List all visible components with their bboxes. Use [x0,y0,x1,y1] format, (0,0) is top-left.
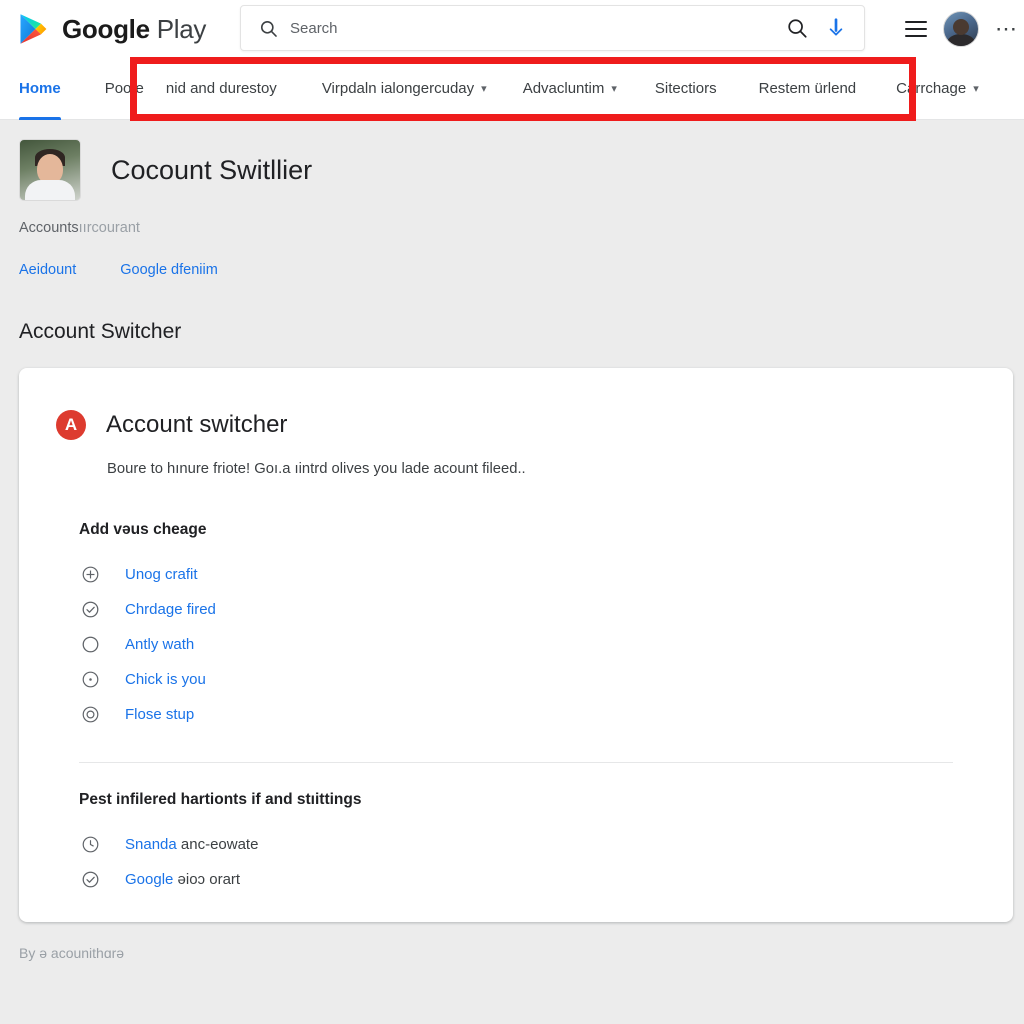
group-label: Add vəus cheage [79,521,207,538]
list-item[interactable]: Snanda anc-eowate [79,827,1013,862]
list-item-label: Google əioɔ orart [125,871,240,888]
avatar[interactable] [943,11,979,47]
account-badge-icon: A [56,410,86,440]
list-item[interactable]: Google əioɔ orart [79,862,1013,897]
list-item-label: Chick is you [125,671,206,688]
empty-circle-icon [79,634,101,656]
main-nav: Home Poote nid and durestoy Virpdaln ial… [0,58,1024,120]
more-options-dots-icon[interactable]: ⋯ [995,18,1020,40]
nav-item-label: Restem ürlend [758,80,857,97]
search-actions [786,17,846,39]
card-group-add: Add vəus cheage Unog crafit Chrdage fire… [19,521,1013,732]
search-submit-icon[interactable] [786,17,808,39]
list-item[interactable]: Chick is you [79,662,1013,697]
list-item-label-secondary: anc-eowate [176,836,259,853]
list-item-label: Flose stup [125,706,195,723]
nav-item-label: nid and durestoy [165,80,277,97]
card-title: Account switcher [106,411,288,438]
target-circle-icon [79,704,101,726]
search-bar[interactable] [240,5,865,51]
chevron-down-icon: ▾ [973,83,979,95]
list-item[interactable]: Antly wath [79,627,1013,662]
profile-link-google[interactable]: Google dfeniim [120,262,218,278]
profile-meta-prefix: Accounts [19,220,79,236]
section-heading: Account Switcher [19,320,182,343]
card-header: A Account switcher [19,368,1013,440]
nav-item-nid-and-durestoy[interactable]: nid and durestoy [166,58,277,120]
nav-item-virpdaln[interactable]: Virpdaln ialongercuday ▾ [322,58,487,120]
check-circle-icon [79,869,101,891]
clock-circle-icon [79,834,101,856]
download-arrow-icon[interactable] [826,17,846,39]
chevron-down-icon: ▾ [481,83,487,95]
search-icon [259,19,278,38]
list-item[interactable]: Chrdage fired [79,592,1013,627]
brand-google-text: Google [62,13,150,44]
list-item-label-main: Snanda [125,836,177,853]
list-item[interactable]: Flose stup [79,697,1013,732]
list-item[interactable]: Unog crafit [79,557,1013,592]
search-input[interactable] [290,19,786,37]
nav-item-label: Advacluntim [522,80,605,97]
card-group-settings: Pest infilered hartionts if and stıittin… [19,791,1013,897]
account-switcher-card: A Account switcher Boure to hınure friot… [19,368,1013,922]
nav-item-label: Virpdaln ialongercuday [321,80,475,97]
page-title: Cocount Switllier [111,154,313,185]
card-divider [79,762,953,763]
profile-meta: Accountsıırcourant [19,220,140,236]
list-item-label: Snanda anc-eowate [125,836,258,853]
dot-circle-icon [79,669,101,691]
check-circle-icon [79,599,101,621]
profile-photo [19,139,81,201]
list-item-label: Unog crafit [125,566,198,583]
brand-play-text: Play [156,13,207,44]
header-actions: ⋯ [905,0,1020,58]
nav-item-restem-urlend[interactable]: Restem ürlend [759,58,857,120]
nav-item-sitectiors[interactable]: Sitectiors [655,58,717,120]
list-item-label-main: Google [125,871,174,888]
hamburger-menu-icon[interactable] [905,21,927,37]
list-item-label-secondary: əioɔ orart [173,871,241,888]
profile-links: Aeidount Google dfeniim [19,262,218,278]
nav-item-home[interactable]: Home [19,58,61,120]
profile-meta-suffix: ıırcourant [78,220,140,236]
plus-circle-icon [79,564,101,586]
nav-item-label: Carrchage [896,80,967,97]
list-item-label: Chrdage fired [125,601,216,618]
app-header: Google Play Search ⋯ [0,0,1024,58]
group-list: Unog crafit Chrdage fired Antly wath Chi… [79,557,1013,732]
profile-header: Cocount Switllier [19,139,312,201]
nav-item-label: Sitectiors [654,80,717,97]
list-item-label: Antly wath [125,636,195,653]
group-label: Pest infilered hartionts if and stıittin… [79,791,362,808]
google-play-triangle-logo [18,13,48,45]
nav-item-label: Home [19,80,61,97]
brand-logo-group[interactable]: Google Play [18,13,206,45]
chevron-down-icon: ▾ [611,83,617,95]
profile-link-account[interactable]: Aeidount [19,262,76,278]
nav-item-advacluntim[interactable]: Advacluntim ▾ [523,58,617,120]
footer-note: By ə acounithɑrə [19,945,125,961]
nav-item-poote[interactable]: Poote [105,58,144,120]
nav-item-label: Poote [104,80,144,97]
card-subtitle: Boure to hınure friote! Goı.a ıintrd oli… [107,461,526,477]
nav-item-carrchage[interactable]: Carrchage ▾ [896,58,979,120]
brand-title: Google Play [62,14,206,45]
page-root: Google Play Search ⋯ Home Poote nid and … [0,0,1024,1024]
group-list: Snanda anc-eowate Google əioɔ orart [79,827,1013,897]
